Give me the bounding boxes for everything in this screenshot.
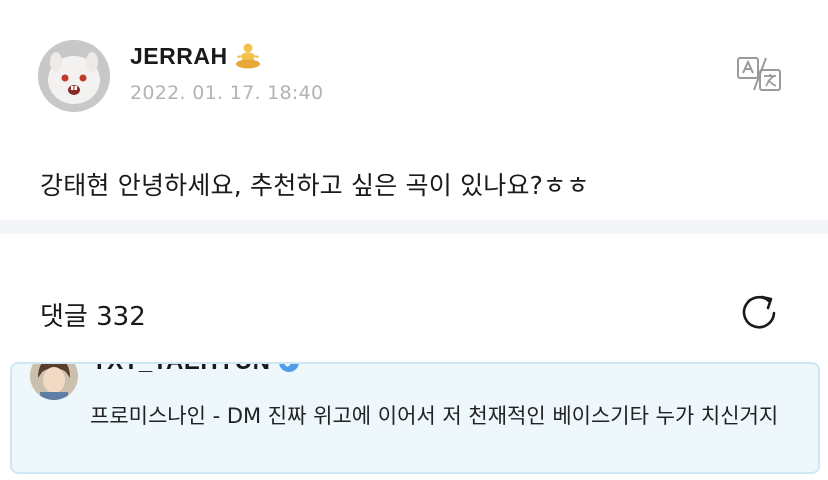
section-divider	[0, 220, 828, 234]
post-header: JERRAH 2022. 01. 17. 18:40	[38, 38, 798, 112]
verified-badge-icon	[279, 364, 300, 372]
person-in-lotus-position-icon	[235, 43, 260, 69]
author-name[interactable]: JERRAH	[130, 43, 228, 70]
comment-card[interactable]: TXT_TAEHYUN 프로미스나인 - DM 진짜 위고에 이어서 저 천재적…	[10, 362, 820, 474]
refresh-button[interactable]	[738, 292, 782, 332]
author-avatar[interactable]	[38, 40, 110, 112]
comment-text: 프로미스나인 - DM 진짜 위고에 이어서 저 천재적인 베이스기타 누가 치…	[90, 404, 779, 428]
post-body: 강태현 안녕하세요, 추천하고 싶은 곡이 있나요?ㅎㅎ	[40, 171, 590, 200]
refresh-icon	[742, 295, 776, 329]
comment-author-avatar[interactable]	[30, 364, 78, 400]
post-timestamp: 2022. 01. 17. 18:40	[130, 82, 324, 104]
comment-author-name[interactable]: TXT_TAEHYUN	[92, 364, 270, 376]
translate-button[interactable]	[736, 54, 786, 94]
comment-author-row: TXT_TAEHYUN	[92, 364, 300, 376]
translate-icon	[737, 57, 781, 91]
comments-count: 댓글 332	[40, 302, 146, 332]
author-row: JERRAH	[130, 42, 262, 70]
